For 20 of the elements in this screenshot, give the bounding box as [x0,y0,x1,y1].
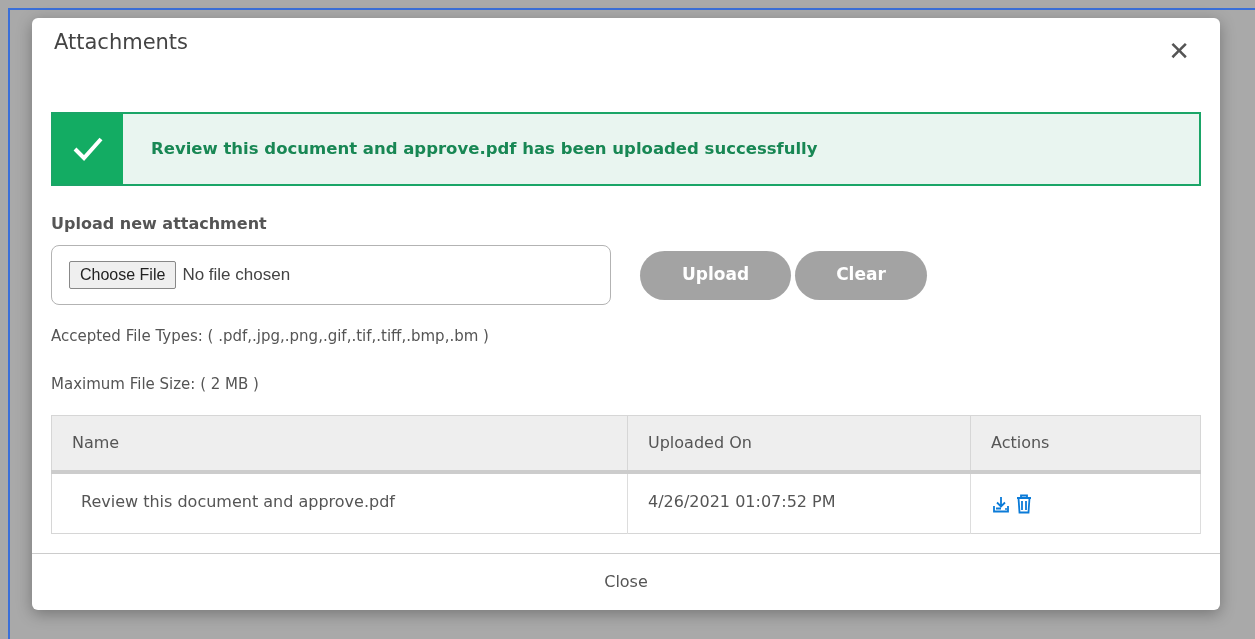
upload-label: Upload new attachment [51,213,268,235]
close-button[interactable]: ✕ [1160,36,1198,66]
upload-note: Maximum File Size: ( 2 MB ) [51,373,260,395]
download-icon [991,495,1011,514]
checkmark-icon [72,136,104,162]
file-status-text: No file chosen [182,264,291,287]
delete-button[interactable] [1015,493,1033,514]
column-header: Actions [970,415,1201,472]
upload-note: Accepted File Types: ( .pdf,.jpg,.png,.gif,.tif,.tiff,.bmp,.bm ) [51,326,490,347]
table-cell: 4/26/2021 01:07:52 PM [627,471,971,534]
close-button[interactable]: Close [598,569,654,595]
table-cell: Review this document and approve.pdf [51,471,628,534]
column-header: Name [51,415,628,472]
column-header: Uploaded On [627,415,971,472]
alert-message: Review this document and approve.pdf has been uploaded successfully [150,137,818,160]
download-button[interactable] [991,495,1011,514]
dialog-title: Attachments [54,30,189,56]
file-input-field[interactable]: Choose File No file chosen [51,245,611,305]
trash-icon [1015,493,1033,514]
choose-file-button[interactable]: Choose File [69,261,177,289]
